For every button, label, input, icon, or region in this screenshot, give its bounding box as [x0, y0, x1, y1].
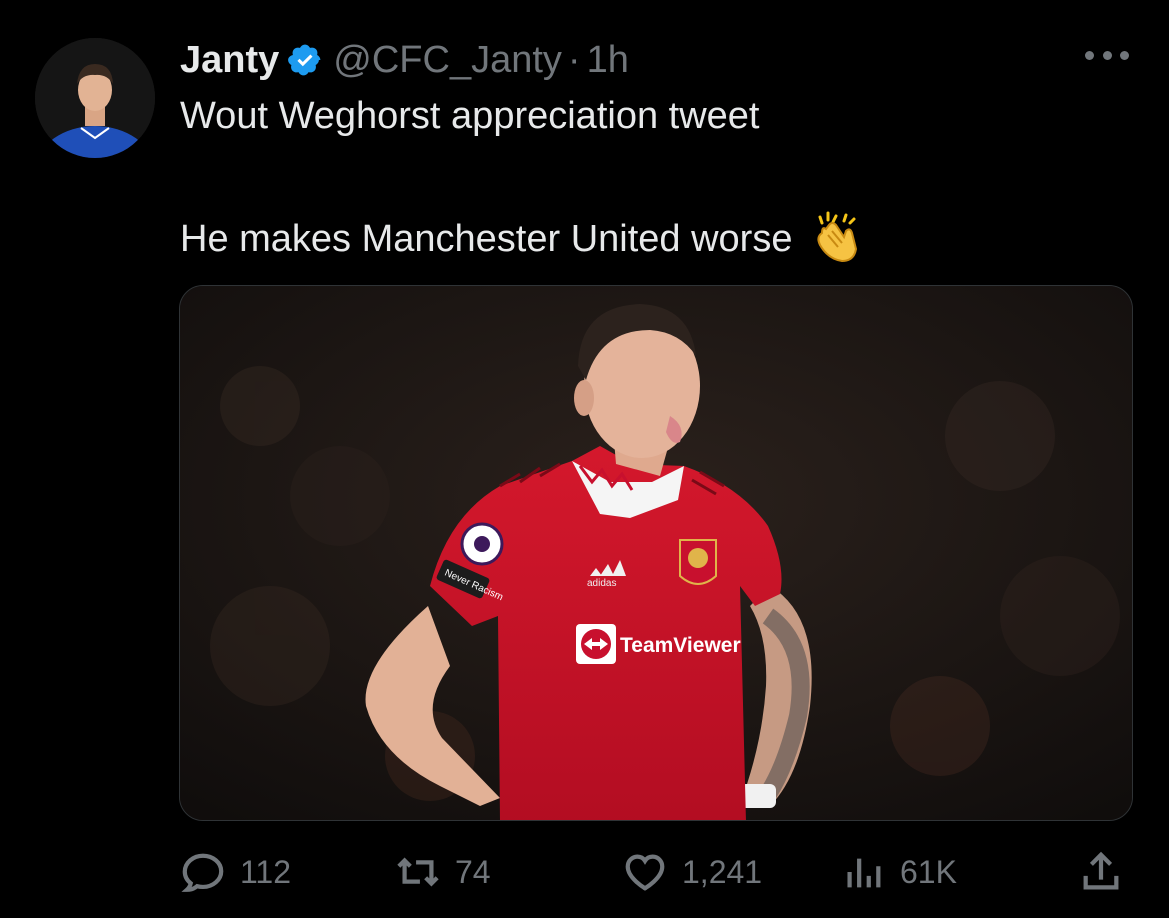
tweet-header: Janty @CFC_Janty · 1h — [180, 36, 629, 84]
tweet-action-bar: 112 74 1,241 61K — [180, 842, 1130, 902]
tweet-text-line-1: Wout Weghorst appreciation tweet — [180, 95, 760, 137]
header-separator: · — [567, 38, 581, 81]
retweet-count: 74 — [455, 853, 491, 890]
retweet-button[interactable]: 74 — [395, 842, 491, 902]
tweet-text-line-2-row: He makes Manchester United worse — [180, 211, 862, 267]
kit-sponsor-text: TeamViewer — [620, 634, 741, 657]
reply-icon — [181, 853, 224, 892]
tweet-timestamp[interactable]: 1h — [587, 39, 629, 82]
views-count: 61K — [900, 853, 957, 890]
author-display-name[interactable]: Janty — [180, 39, 279, 82]
retweet-icon — [397, 857, 439, 887]
like-button[interactable]: 1,241 — [622, 842, 762, 902]
verified-badge-icon — [287, 42, 323, 78]
views-chart-icon — [847, 858, 881, 888]
clapping-hands-icon — [806, 211, 862, 267]
like-count: 1,241 — [682, 853, 763, 890]
reply-count: 112 — [240, 853, 292, 890]
heart-icon — [625, 854, 665, 891]
tweet-media-photo[interactable]: Never Racism adidas TeamViewer — [179, 285, 1133, 821]
views-button[interactable]: 61K — [840, 842, 957, 902]
reply-button[interactable]: 112 — [180, 842, 291, 902]
author-handle[interactable]: @CFC_Janty — [333, 39, 562, 82]
kit-brand-text: adidas — [587, 578, 616, 589]
more-options-icon[interactable] — [1085, 40, 1129, 70]
tweet-text-line-2: He makes Manchester United worse — [180, 217, 793, 260]
share-icon — [1083, 851, 1119, 890]
author-avatar[interactable] — [35, 38, 155, 158]
share-button[interactable] — [1078, 842, 1124, 902]
